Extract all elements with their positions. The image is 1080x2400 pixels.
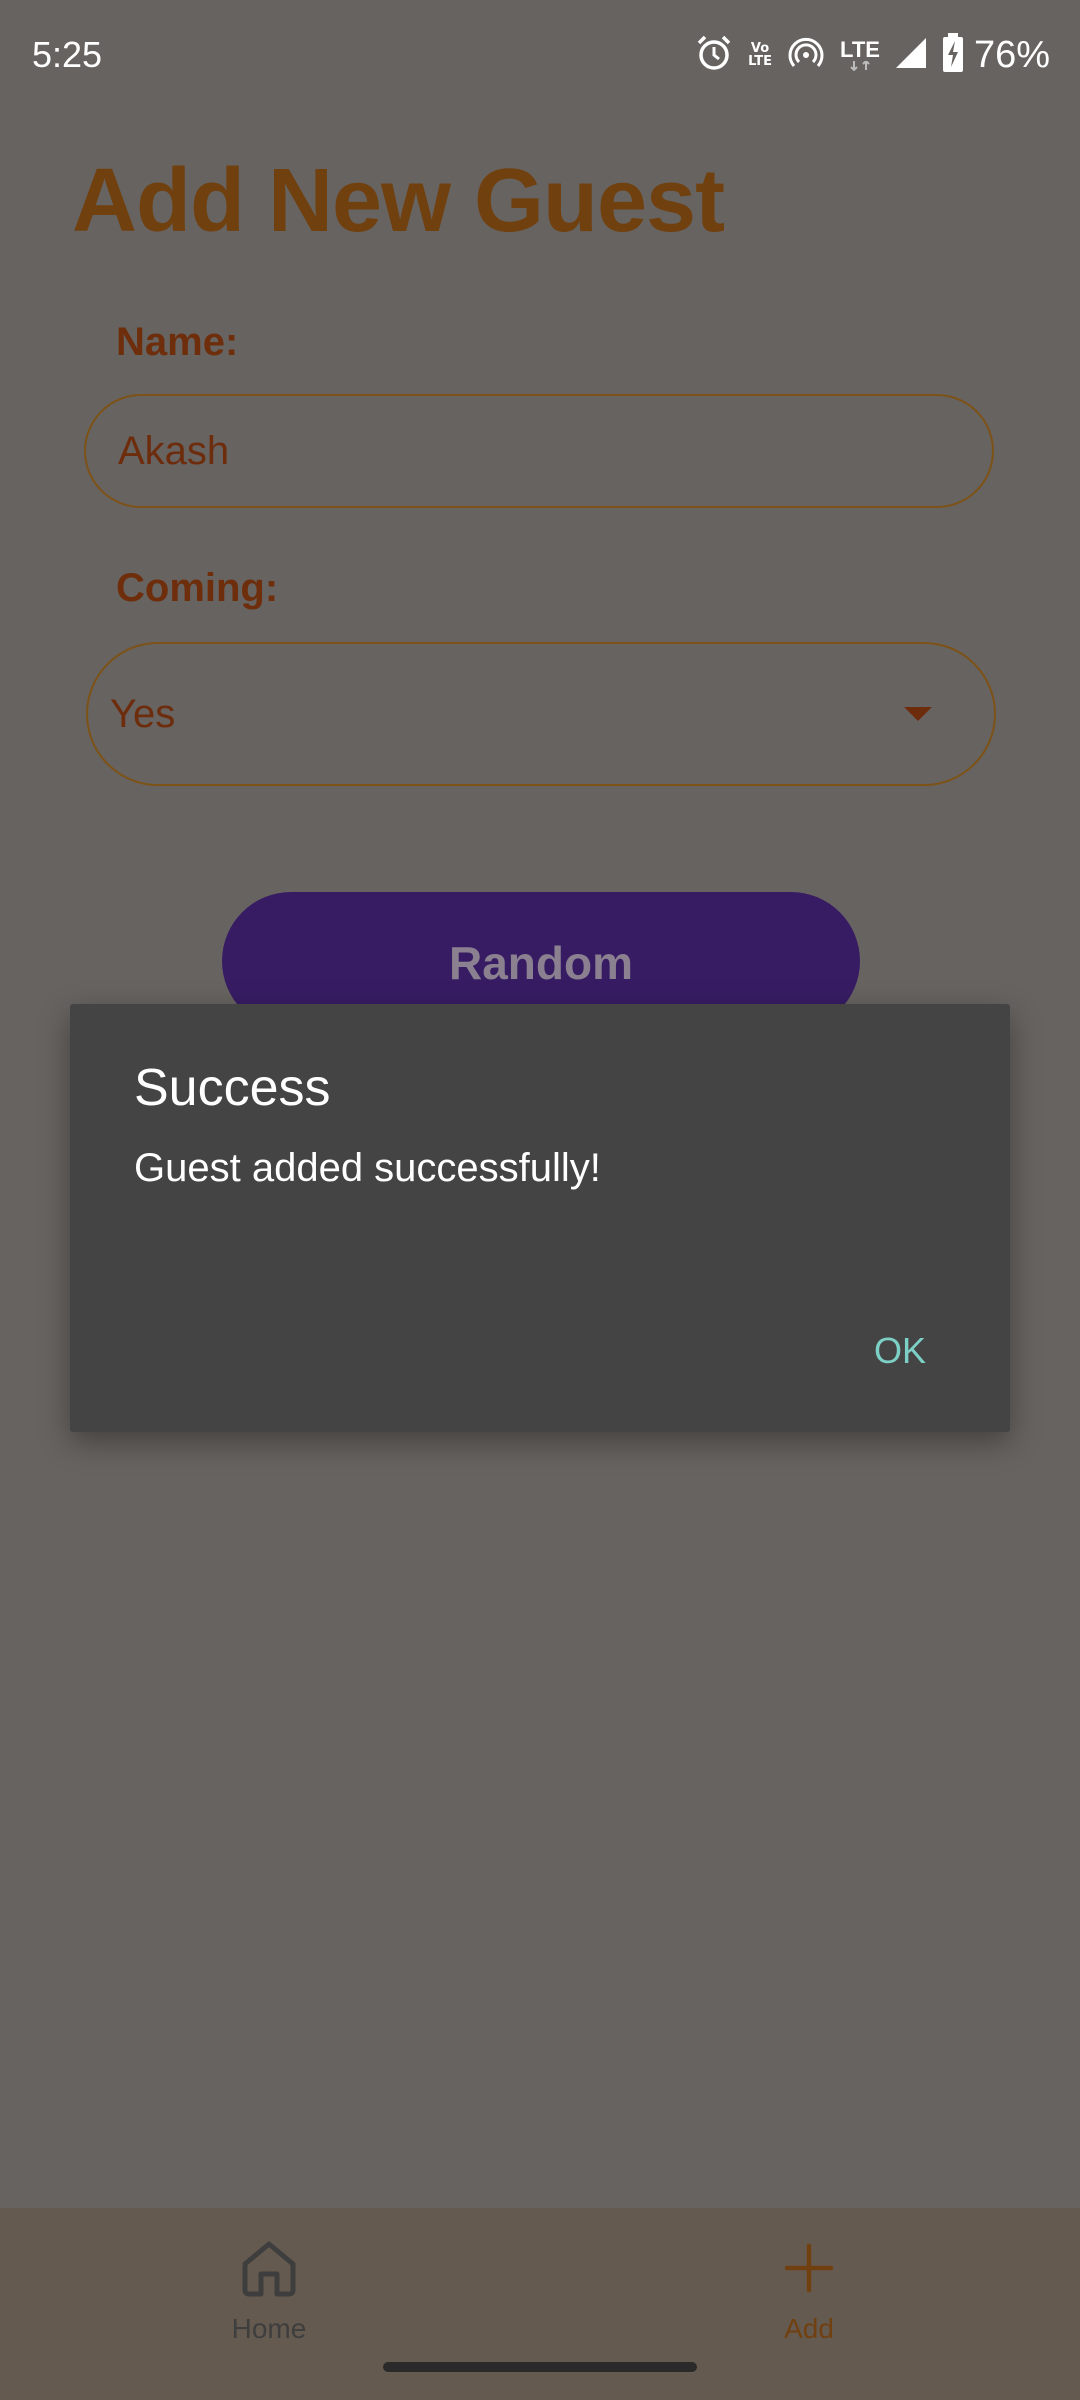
plus-icon — [777, 2236, 841, 2307]
name-input-value: Akash — [118, 428, 230, 473]
signal-icon — [894, 36, 928, 74]
battery-charging-icon — [942, 33, 964, 77]
dialog-message: Guest added successfully! — [134, 1146, 601, 1190]
gesture-handle[interactable] — [383, 2362, 697, 2372]
nav-item-home[interactable]: Home — [189, 2236, 349, 2356]
volte-icon: Vo LTE — [748, 41, 773, 69]
home-icon — [237, 2236, 301, 2307]
status-bar: 5:25 Vo LTE LTE 76% — [0, 0, 1080, 110]
status-icons: Vo LTE LTE 76% — [694, 30, 1050, 80]
nav-label-home: Home — [231, 2313, 307, 2344]
ok-button[interactable]: OK — [874, 1330, 926, 1372]
name-label: Name: — [116, 320, 239, 364]
lte-icon: LTE — [840, 39, 880, 71]
name-input[interactable]: Akash — [84, 394, 994, 508]
alarm-icon — [694, 33, 734, 77]
hotspot-icon — [786, 33, 826, 77]
dialog-title: Success — [134, 1059, 331, 1117]
battery-percentage: 76% — [973, 33, 1050, 76]
coming-label: Coming: — [116, 566, 279, 610]
dropdown-arrow-icon — [904, 707, 932, 721]
status-time: 5:25 — [32, 34, 103, 75]
page-title: Add New Guest — [72, 151, 725, 251]
success-dialog: Success Guest added successfully! OK — [70, 1004, 1010, 1432]
nav-label-add: Add — [784, 2313, 834, 2344]
coming-select-value: Yes — [110, 691, 176, 736]
coming-select[interactable]: Yes — [86, 642, 996, 786]
nav-item-add[interactable]: Add — [729, 2236, 889, 2356]
